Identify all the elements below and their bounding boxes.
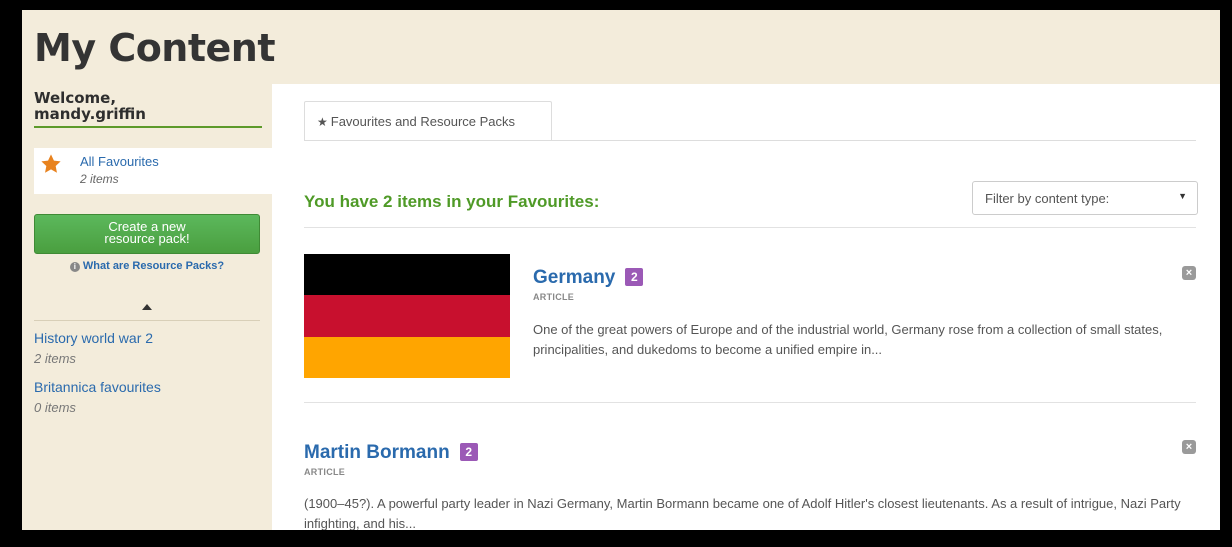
- flag-stripe-red: [304, 295, 510, 337]
- app-frame: My Content Welcome, mandy.griffin All Fa…: [22, 10, 1220, 530]
- item-type-label: ARTICLE: [304, 467, 346, 477]
- welcome-message: Welcome, mandy.griffin: [34, 90, 262, 128]
- resource-pack-item[interactable]: Britannica favourites 0 items: [34, 379, 260, 415]
- sidebar-item-all-favourites[interactable]: All Favourites 2 items: [34, 148, 272, 194]
- collapse-up-icon[interactable]: [142, 304, 152, 310]
- item-description: (1900–45?). A powerful party leader in N…: [304, 496, 1181, 530]
- all-favourites-link[interactable]: All Favourites: [80, 154, 159, 169]
- pack-count: 0 items: [34, 400, 76, 415]
- divider: [34, 320, 260, 321]
- filter-selected-value: Filter by content type:: [985, 191, 1110, 206]
- divider: [304, 402, 1196, 403]
- item-title-text[interactable]: Martin Bormann: [304, 442, 450, 463]
- content-type-filter-select[interactable]: Filter by content type: ▼: [972, 181, 1198, 215]
- chevron-down-icon: ▼: [1178, 191, 1187, 201]
- item-type-label: ARTICLE: [533, 292, 575, 302]
- remove-item-button[interactable]: ×: [1182, 266, 1196, 280]
- create-resource-pack-button[interactable]: Create a new resource pack!: [34, 214, 260, 254]
- info-icon: i: [69, 262, 80, 272]
- item-title-link[interactable]: Germany 2: [533, 267, 644, 289]
- flag-stripe-gold: [304, 336, 510, 378]
- tab-label: Favourites and Resource Packs: [330, 114, 516, 129]
- sidebar: Welcome, mandy.griffin All Favourites 2 …: [22, 84, 272, 530]
- item-description: One of the great powers of Europe and of…: [533, 322, 1163, 357]
- all-favourites-count: 2 items: [80, 172, 119, 186]
- count-badge: 2: [625, 268, 644, 286]
- divider: [304, 227, 1196, 228]
- item-title-link[interactable]: Martin Bormann 2: [304, 442, 478, 464]
- create-button-line2: resource pack!: [104, 231, 190, 246]
- favourites-heading: You have 2 items in your Favourites:: [304, 192, 600, 211]
- germany-flag-thumbnail[interactable]: [304, 254, 510, 378]
- flag-stripe-black: [304, 254, 510, 296]
- star-icon: ★: [317, 115, 328, 129]
- tab-divider: [304, 140, 1196, 141]
- what-are-resource-packs-link[interactable]: i What are Resource Packs?: [34, 260, 260, 272]
- what-link-label: What are Resource Packs?: [82, 260, 225, 272]
- item-title-text[interactable]: Germany: [533, 267, 615, 288]
- count-badge: 2: [459, 443, 478, 461]
- pack-name[interactable]: Britannica favourites: [34, 379, 260, 395]
- tab-favourites-and-resource-packs[interactable]: ★ Favourites and Resource Packs: [304, 101, 552, 141]
- star-icon: [41, 154, 61, 173]
- resource-pack-item[interactable]: History world war 2 2 items: [34, 330, 260, 366]
- username: mandy.griffin: [34, 105, 146, 123]
- main-content: ★ Favourites and Resource Packs You have …: [272, 84, 1220, 530]
- pack-count: 2 items: [34, 351, 76, 366]
- page-header: My Content: [22, 10, 1220, 84]
- page-title: My Content: [34, 26, 276, 70]
- welcome-label: Welcome,: [34, 89, 117, 107]
- pack-name[interactable]: History world war 2: [34, 330, 260, 346]
- remove-item-button[interactable]: ×: [1182, 440, 1196, 454]
